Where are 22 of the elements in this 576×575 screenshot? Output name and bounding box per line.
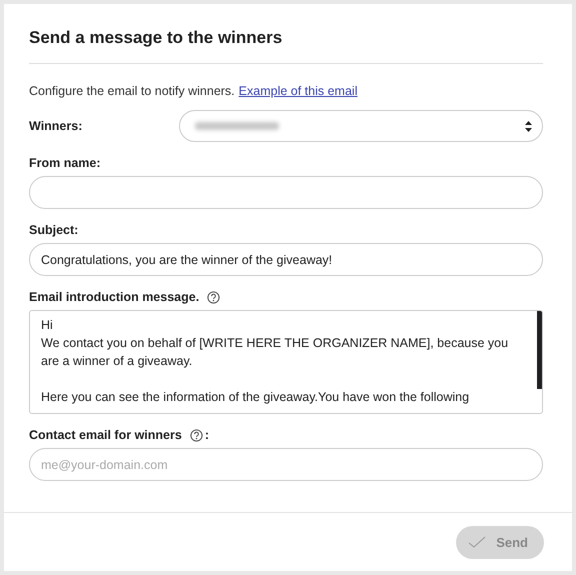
example-link[interactable]: Example of this email [238,84,358,98]
winners-select[interactable] [179,110,543,142]
subject-field[interactable]: Congratulations, you are the winner of the giveaway! [29,243,543,276]
from-name-field[interactable] [29,176,543,209]
message-textarea[interactable]: Hi We contact you on behalf of [WRITE HERE THE ORGANIZER NAME], because you are a winner of a giveaway. Here you can see the information of the giveaway.You have won the following [29,310,543,414]
field-label: Email introduction message. [29,290,200,304]
field-label: Contact email for winners [29,428,182,442]
message-line: Hi [41,317,54,334]
sort-icon [525,120,532,132]
help-icon[interactable] [207,290,220,304]
field-label: Winners: [29,119,82,133]
field-label: From name: [29,156,101,170]
check-icon [468,536,486,548]
label-colon: : [204,428,209,442]
contact-email-field[interactable]: me@your-domain.com [29,448,543,481]
field-label: Subject: [29,223,78,237]
message-line: We contact you on behalf of [WRITE HERE THE ORGANIZER NAME], because you are a winner of a giveaway. [41,335,510,370]
help-icon[interactable] [190,428,203,442]
dialog-title: Send a message to the winners [29,24,543,64]
scrollbar-thumb[interactable] [537,311,542,389]
message-line: Here you can see the information of the giveaway.You have won the following [41,389,470,406]
intro-text: Configure the email to notify winners. [29,84,235,98]
